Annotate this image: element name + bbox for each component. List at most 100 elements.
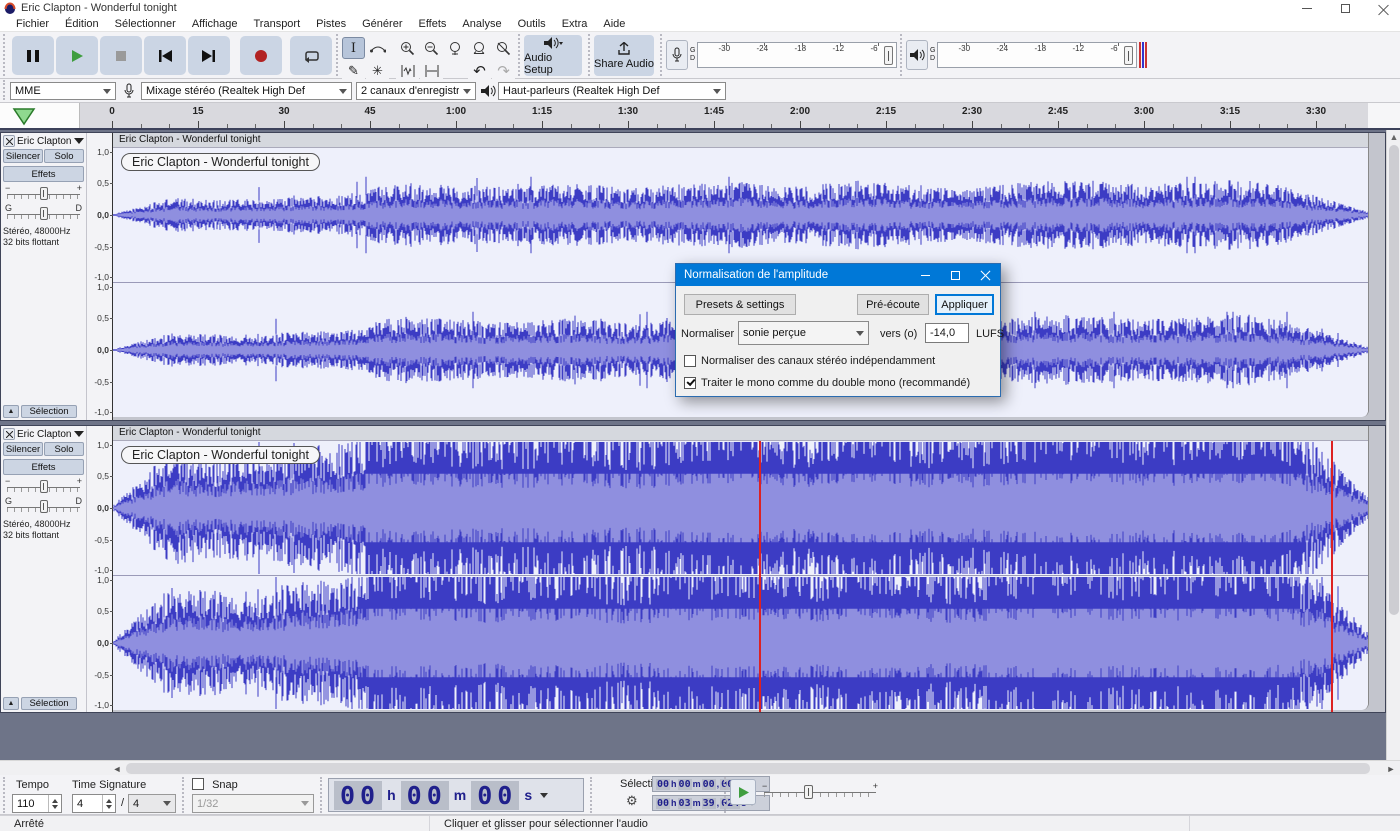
target-level-input[interactable]: -14,0 — [925, 323, 969, 343]
chevron-down-icon[interactable] — [540, 793, 548, 798]
zoom-out-button[interactable] — [420, 37, 443, 59]
menu-item-7[interactable]: Effets — [410, 17, 454, 31]
menu-item-8[interactable]: Analyse — [454, 17, 509, 31]
pan-slider[interactable]: G D — [3, 205, 84, 222]
menu-item-9[interactable]: Outils — [510, 17, 554, 31]
recording-channels-select[interactable]: 2 canaux d'enregistrement ( — [356, 82, 476, 100]
checkbox-icon[interactable] — [684, 355, 696, 367]
stop-button[interactable] — [100, 36, 142, 75]
collapse-track-button[interactable]: ▲ — [3, 697, 19, 710]
menu-item-6[interactable]: Générer — [354, 17, 410, 31]
selection-tool-button[interactable]: I — [342, 37, 365, 59]
dialog-close-button[interactable] — [970, 264, 1000, 286]
vertical-scroll-thumb[interactable] — [1389, 145, 1399, 615]
menu-item-10[interactable]: Extra — [554, 17, 596, 31]
track-close-button[interactable] — [3, 428, 15, 440]
menu-item-1[interactable]: Édition — [57, 17, 107, 31]
menu-item-2[interactable]: Sélectionner — [107, 17, 184, 31]
toolbar-gripper[interactable] — [3, 80, 8, 100]
vertical-scale-ruler[interactable]: 1,00,50,0-0,5-1,01,00,50,0-0,5-1,0 — [87, 133, 113, 420]
snap-checkbox[interactable]: Snap — [192, 778, 238, 791]
recording-device-select[interactable]: Mixage stéréo (Realtek High Def — [141, 82, 352, 100]
timesig-upper-input[interactable]: 4 — [72, 794, 116, 813]
effects-button[interactable]: Effets — [3, 166, 84, 182]
snap-checkbox-box[interactable] — [192, 778, 204, 790]
apply-button[interactable]: Appliquer — [935, 294, 994, 315]
timesig-lower-select[interactable]: 4 — [128, 794, 176, 813]
tempo-input[interactable]: 110 — [12, 794, 62, 813]
tempo-stepper[interactable] — [48, 795, 61, 812]
gain-slider[interactable]: − + — [3, 478, 84, 495]
skip-to-start-button[interactable] — [144, 36, 186, 75]
speed-slider-handle[interactable] — [804, 785, 813, 799]
track-select-button[interactable]: Sélection — [21, 405, 77, 418]
mute-button[interactable]: Silencer — [3, 149, 43, 163]
mute-button[interactable]: Silencer — [3, 442, 43, 456]
toolbar-gripper[interactable] — [3, 777, 8, 813]
horizontal-scroll-thumb[interactable] — [126, 763, 1370, 774]
toolbar-gripper[interactable] — [660, 34, 665, 76]
recording-meter[interactable]: GD -30-24-18-12-6 — [666, 38, 897, 72]
share-audio-button[interactable]: Share Audio — [594, 35, 654, 76]
zoom-toggle-button[interactable] — [492, 37, 515, 59]
toolbar-gripper[interactable] — [900, 34, 905, 76]
timesig-upper-stepper[interactable] — [102, 795, 115, 812]
checkbox-checked-icon[interactable] — [684, 377, 696, 389]
gear-icon[interactable]: ⚙ — [626, 793, 638, 809]
playback-meter-button[interactable] — [906, 40, 928, 70]
menu-item-0[interactable]: Fichier — [8, 17, 57, 31]
solo-button[interactable]: Solo — [44, 442, 84, 456]
audio-setup-button[interactable]: Audio Setup — [524, 35, 582, 76]
envelope-tool-button[interactable] — [366, 37, 389, 59]
menu-item-3[interactable]: Affichage — [184, 17, 246, 31]
normalize-channels-independently-checkbox[interactable]: Normaliser des canaux stéréo indépendamm… — [684, 355, 935, 367]
window-minimize-button[interactable] — [1290, 0, 1324, 16]
play-at-speed-button[interactable] — [730, 779, 756, 805]
playback-device-select[interactable]: Haut-parleurs (Realtek High Def — [498, 82, 726, 100]
record-meter-button[interactable] — [666, 40, 688, 70]
channel-waveform[interactable] — [113, 575, 1368, 709]
audio-position-display[interactable]: 00h 00m 00s — [328, 778, 584, 812]
playback-meter[interactable]: GD -30-24-18-12-6 — [906, 38, 1147, 72]
clip-header[interactable]: Eric Clapton - Wonderful tonight — [113, 133, 1368, 148]
gain-slider[interactable]: − + — [3, 185, 84, 202]
loop-region-icon[interactable] — [12, 107, 36, 126]
collapse-track-button[interactable]: ▲ — [3, 405, 19, 418]
dialog-maximize-button[interactable] — [940, 264, 970, 286]
pan-slider-handle[interactable] — [40, 500, 48, 513]
menu-item-4[interactable]: Transport — [245, 17, 308, 31]
track-name[interactable]: Eric Clapton — [17, 136, 72, 147]
pause-button[interactable] — [12, 36, 54, 75]
toolbar-gripper[interactable] — [518, 34, 523, 76]
dialog-title-bar[interactable]: Normalisation de l'amplitude — [676, 264, 1000, 286]
scroll-left-icon[interactable]: ◄ — [110, 762, 124, 775]
track-menu-icon[interactable] — [74, 431, 84, 437]
record-button[interactable] — [240, 36, 282, 75]
solo-button[interactable]: Solo — [44, 149, 84, 163]
menu-item-11[interactable]: Aide — [595, 17, 633, 31]
gain-slider-handle[interactable] — [40, 187, 48, 200]
toolbar-gripper[interactable] — [320, 777, 325, 813]
scroll-up-icon[interactable]: ▲ — [1387, 130, 1400, 144]
pan-slider-handle[interactable] — [40, 207, 48, 220]
fit-project-button[interactable] — [468, 37, 491, 59]
menu-item-5[interactable]: Pistes — [308, 17, 354, 31]
timeline-ruler[interactable]: 01530451:001:151:301:452:002:152:302:453… — [0, 103, 1400, 130]
vertical-scrollbar[interactable]: ▲ — [1386, 130, 1400, 760]
fit-selection-button[interactable] — [444, 37, 467, 59]
waveform-area[interactable]: Eric Clapton - Wonderful tonight Eric Cl… — [113, 426, 1385, 712]
vertical-scale-ruler[interactable]: 1,00,50,0-0,5-1,01,00,50,0-0,5-1,0 — [87, 426, 113, 712]
loop-button[interactable] — [290, 36, 332, 75]
track-close-button[interactable] — [3, 135, 15, 147]
presets-settings-button[interactable]: Presets & settings — [684, 294, 796, 315]
treat-mono-as-dual-mono-checkbox[interactable]: Traiter le mono comme du double mono (re… — [684, 377, 970, 389]
preview-button[interactable]: Pré-écoute — [857, 294, 929, 315]
clip-header[interactable]: Eric Clapton - Wonderful tonight — [113, 426, 1368, 441]
skip-to-end-button[interactable] — [188, 36, 230, 75]
window-maximize-button[interactable] — [1328, 0, 1362, 16]
toolbar-gripper[interactable] — [588, 34, 593, 76]
dialog-minimize-button[interactable] — [910, 264, 940, 286]
track-name[interactable]: Eric Clapton — [17, 429, 72, 440]
toolbar-gripper[interactable] — [182, 777, 187, 813]
track-select-button[interactable]: Sélection — [21, 697, 77, 710]
